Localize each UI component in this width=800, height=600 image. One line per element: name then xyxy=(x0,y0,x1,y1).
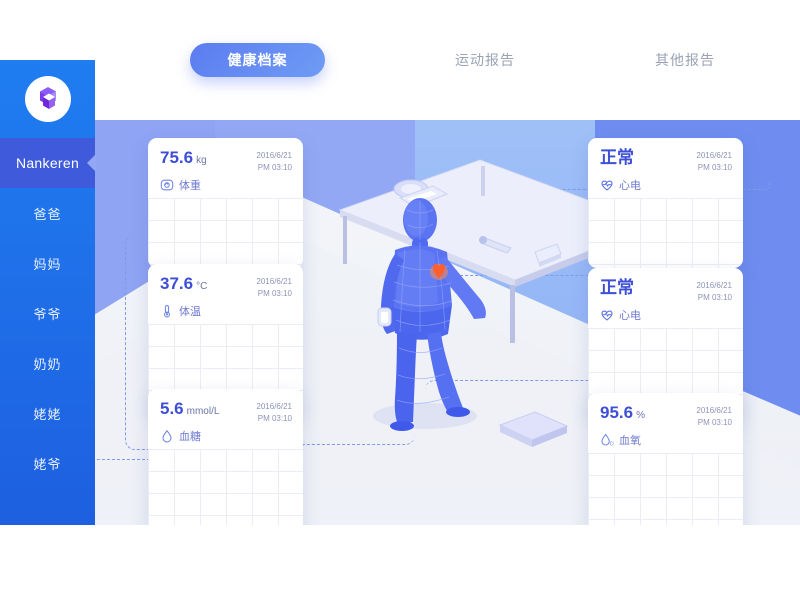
card-temperature-date: 2016/6/21 xyxy=(256,277,292,286)
card-blood-sugar-head: 5.6 mmol/L 血糖 2016/6/21 PM 03:10 xyxy=(148,389,303,449)
card-weight-value: 75.6 xyxy=(160,148,194,167)
card-weight-label: 体重 xyxy=(179,180,201,192)
card-temperature-unit: °C xyxy=(196,281,208,292)
sidebar-list: Nankeren 爸爸 妈妈 爷爷 奶奶 姥姥 姥爷 xyxy=(0,138,96,488)
card-ecg-secondary-label-row: 心电 xyxy=(600,307,731,323)
card-weight[interactable]: 75.6 kg 体重 2016/6/21 PM 03:10 xyxy=(148,138,303,268)
card-ecg-primary[interactable]: 正常 心电 2016/6/21 PM 03:10 xyxy=(588,138,743,268)
sidebar-item-label: 爷爷 xyxy=(33,306,62,322)
card-blood-oxygen-timestamp: 2016/6/21 PM 03:10 xyxy=(696,405,732,429)
card-blood-sugar-label-row: 血糖 xyxy=(160,428,291,444)
sidebar-item-father[interactable]: 爸爸 xyxy=(0,188,95,238)
thermometer-icon xyxy=(160,304,174,318)
card-ecg-secondary-time: PM 03:10 xyxy=(697,293,732,302)
card-blood-oxygen-unit: % xyxy=(636,410,645,421)
sidebar-item-label: 姥姥 xyxy=(33,406,62,422)
heart-pulse-icon xyxy=(600,178,614,192)
sidebar-item-label: 妈妈 xyxy=(33,256,62,272)
active-pointer-icon xyxy=(87,154,96,172)
card-blood-oxygen-value: 95.6 xyxy=(600,403,634,422)
card-weight-time: PM 03:10 xyxy=(257,163,292,172)
card-temperature-label-row: 体温 xyxy=(160,303,291,319)
card-temperature-timestamp: 2016/6/21 PM 03:10 xyxy=(256,276,292,300)
card-ecg-primary-head: 正常 心电 2016/6/21 PM 03:10 xyxy=(588,138,743,198)
card-weight-date: 2016/6/21 xyxy=(256,151,292,160)
card-blood-oxygen-date: 2016/6/21 xyxy=(696,406,732,415)
card-weight-head: 75.6 kg 体重 2016/6/21 PM 03:10 xyxy=(148,138,303,198)
sidebar: Nankeren 爸爸 妈妈 爷爷 奶奶 姥姥 姥爷 xyxy=(0,60,96,525)
card-blood-sugar-value: 5.6 xyxy=(160,399,184,418)
svg-text:O₂: O₂ xyxy=(610,441,614,447)
card-ecg-primary-value: 正常 xyxy=(600,148,634,167)
card-blood-sugar-time: PM 03:10 xyxy=(257,414,292,423)
card-ecg-secondary-timestamp: 2016/6/21 PM 03:10 xyxy=(696,280,732,304)
sidebar-item-label: 奶奶 xyxy=(33,356,62,372)
sidebar-item-label: 姥爷 xyxy=(33,456,62,472)
sidebar-item-grandpa[interactable]: 爷爷 xyxy=(0,288,95,338)
card-blood-oxygen-chart-grid xyxy=(588,453,743,525)
card-blood-sugar[interactable]: 5.6 mmol/L 血糖 2016/6/21 PM 03:10 xyxy=(148,389,303,525)
blood-drop-icon xyxy=(160,429,174,443)
card-blood-sugar-unit: mmol/L xyxy=(186,406,220,417)
sidebar-item-mother[interactable]: 妈妈 xyxy=(0,238,95,288)
sidebar-item-maternal-grandpa[interactable]: 姥爷 xyxy=(0,438,95,488)
sidebar-item-label: Nankeren xyxy=(15,155,80,171)
card-ecg-primary-chart-grid xyxy=(588,198,743,268)
card-weight-label-row: 体重 xyxy=(160,177,291,193)
card-ecg-secondary-value: 正常 xyxy=(600,278,634,297)
tab-bar: 健康档案 运动报告 其他报告 xyxy=(95,0,800,120)
card-blood-sugar-date: 2016/6/21 xyxy=(256,402,292,411)
weight-scale-icon xyxy=(160,178,174,192)
sidebar-item-grandma[interactable]: 奶奶 xyxy=(0,338,95,388)
card-ecg-primary-label-row: 心电 xyxy=(600,177,731,193)
card-ecg-primary-time: PM 03:10 xyxy=(697,163,732,172)
card-weight-timestamp: 2016/6/21 PM 03:10 xyxy=(256,150,292,174)
heart-pulse-icon xyxy=(600,308,614,322)
app-root: 75.6 kg 体重 2016/6/21 PM 03:10 37.6 °C 体温… xyxy=(0,0,800,600)
card-ecg-primary-date: 2016/6/21 xyxy=(696,151,732,160)
card-blood-oxygen-label-row: O₂ 血氧 xyxy=(600,432,731,448)
card-blood-oxygen-time: PM 03:10 xyxy=(697,418,732,427)
tab-exercise-report[interactable]: 运动报告 xyxy=(455,50,515,70)
card-blood-sugar-timestamp: 2016/6/21 PM 03:10 xyxy=(256,401,292,425)
card-weight-chart-grid xyxy=(148,198,303,268)
app-logo[interactable] xyxy=(24,76,71,122)
card-blood-sugar-chart-grid xyxy=(148,449,303,525)
oxygen-drop-icon: O₂ xyxy=(600,433,614,447)
tab-other-report[interactable]: 其他报告 xyxy=(655,50,715,70)
card-ecg-primary-label: 心电 xyxy=(619,180,641,192)
sidebar-item-maternal-grandma[interactable]: 姥姥 xyxy=(0,388,95,438)
isometric-cube-logo-icon xyxy=(39,87,56,109)
card-temperature-head: 37.6 °C 体温 2016/6/21 PM 03:10 xyxy=(148,264,303,324)
card-temperature-value: 37.6 xyxy=(160,274,194,293)
card-temperature-label: 体温 xyxy=(179,306,201,318)
card-blood-oxygen[interactable]: 95.6% O₂ 血氧 2016/6/21 PM 03:10 xyxy=(588,393,743,525)
card-ecg-secondary-date: 2016/6/21 xyxy=(696,281,732,290)
sidebar-item-nankeren[interactable]: Nankeren xyxy=(0,138,96,188)
card-blood-sugar-label: 血糖 xyxy=(179,431,201,443)
sidebar-item-label: 爸爸 xyxy=(33,206,62,222)
card-blood-oxygen-head: 95.6% O₂ 血氧 2016/6/21 PM 03:10 xyxy=(588,393,743,453)
card-ecg-secondary-label: 心电 xyxy=(619,310,641,322)
tab-health-record[interactable]: 健康档案 xyxy=(190,43,325,77)
card-blood-oxygen-label: 血氧 xyxy=(619,435,641,447)
card-ecg-secondary-head: 正常 心电 2016/6/21 PM 03:10 xyxy=(588,268,743,328)
card-ecg-primary-timestamp: 2016/6/21 PM 03:10 xyxy=(696,150,732,174)
card-temperature-time: PM 03:10 xyxy=(257,289,292,298)
card-weight-unit: kg xyxy=(196,155,207,166)
